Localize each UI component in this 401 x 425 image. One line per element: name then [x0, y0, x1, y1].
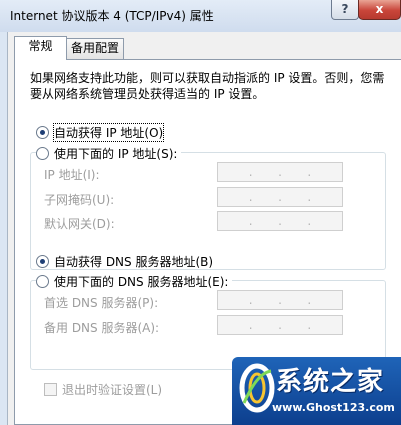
subnet-mask-label: 子网掩码(U): — [44, 193, 115, 207]
manual-ip-option[interactable]: 使用下面的 IP 地址(S): — [36, 144, 182, 162]
validate-settings-label: 退出时验证设置(L) — [62, 383, 163, 397]
watermark-logo: 系统之家 www.Ghost123.com — [232, 357, 401, 425]
alternate-dns-label: 备用 DNS 服务器(A): — [44, 321, 160, 335]
auto-ip-option[interactable]: 自动获得 IP 地址(O) — [36, 122, 165, 142]
swirl-logo-icon — [239, 363, 275, 413]
subnet-mask-field[interactable]: ... — [217, 187, 343, 207]
tab-alternate-configuration[interactable]: 备用配置 — [66, 38, 124, 59]
manual-dns-option[interactable]: 使用下面的 DNS 服务器地址(E): — [36, 272, 233, 290]
manual-dns-radio[interactable] — [36, 274, 49, 288]
preferred-dns-label: 首选 DNS 服务器(P): — [44, 296, 159, 310]
manual-dns-label: 使用下面的 DNS 服务器地址(E): — [54, 274, 229, 289]
alternate-dns-field[interactable]: ... — [217, 315, 343, 335]
auto-dns-label: 自动获得 DNS 服务器地址(B) — [54, 254, 214, 269]
validate-settings-option[interactable]: 退出时验证设置(L) — [44, 381, 162, 398]
help-button[interactable]: ? — [331, 0, 359, 20]
auto-ip-label: 自动获得 IP 地址(O) — [52, 122, 165, 142]
close-button[interactable]: x — [358, 0, 401, 20]
default-gateway-field[interactable]: ... — [217, 211, 343, 231]
title-bar: Internet 协议版本 4 (TCP/IPv4) 属性 ? x — [0, 0, 401, 32]
validate-settings-checkbox[interactable] — [44, 383, 57, 396]
auto-dns-radio[interactable] — [36, 254, 49, 268]
ip-address-field[interactable]: ... — [217, 162, 343, 182]
auto-dns-option[interactable]: 自动获得 DNS 服务器地址(B) — [36, 252, 213, 270]
watermark-title: 系统之家 — [276, 367, 385, 397]
tab-general[interactable]: 常规 — [14, 36, 67, 60]
default-gateway-label: 默认网关(D): — [44, 217, 115, 231]
watermark-url: www.Ghost123.com — [272, 401, 395, 414]
auto-ip-radio[interactable] — [36, 125, 49, 139]
preferred-dns-field[interactable]: ... — [217, 290, 343, 310]
manual-ip-radio[interactable] — [36, 146, 49, 160]
manual-ip-label: 使用下面的 IP 地址(S): — [54, 146, 178, 161]
description-text: 如果网络支持此功能，则可以获取自动指派的 IP 设置。否则，您需要从网络系统管理… — [30, 71, 385, 101]
window-title: Internet 协议版本 4 (TCP/IPv4) 属性 — [10, 9, 214, 23]
ip-address-label: IP 地址(I): — [44, 168, 100, 182]
